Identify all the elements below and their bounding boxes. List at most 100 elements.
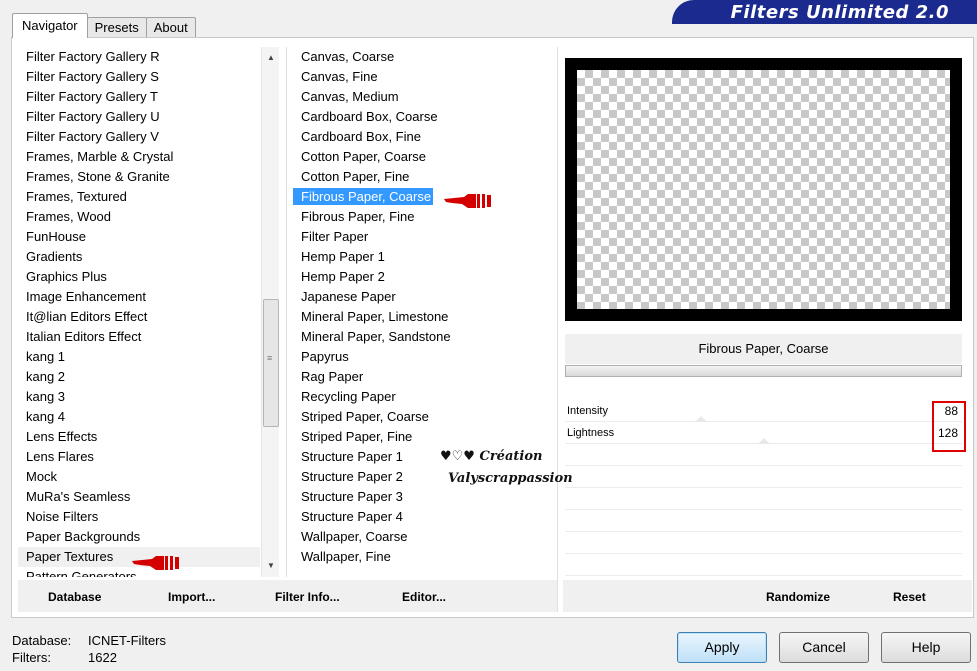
filter-item-label: Filter Paper: [301, 229, 369, 244]
category-item[interactable]: Italian Editors Effect: [18, 327, 260, 347]
filter-item[interactable]: Cardboard Box, Fine: [293, 127, 555, 147]
category-item[interactable]: Frames, Wood: [18, 207, 260, 227]
category-item[interactable]: Filter Factory Gallery V: [18, 127, 260, 147]
filter-item[interactable]: Structure Paper 4: [293, 507, 555, 527]
tab-navigator[interactable]: Navigator: [12, 13, 88, 38]
reset-button[interactable]: Reset: [893, 590, 926, 604]
filter-item[interactable]: Canvas, Medium: [293, 87, 555, 107]
filter-item-label: Striped Paper, Fine: [301, 429, 413, 444]
filter-item-label: Wallpaper, Fine: [301, 549, 391, 564]
category-item[interactable]: kang 3: [18, 387, 260, 407]
category-scrollbar[interactable]: ▲ ≡ ▼: [261, 47, 279, 577]
divider: [557, 47, 558, 612]
preview-frame: [565, 58, 962, 321]
help-button[interactable]: Help: [881, 632, 971, 663]
filter-item[interactable]: Canvas, Coarse: [293, 47, 555, 67]
category-item[interactable]: Mock: [18, 467, 260, 487]
category-item[interactable]: Lens Flares: [18, 447, 260, 467]
filter-item-label: Canvas, Fine: [301, 69, 378, 84]
tab-presets[interactable]: Presets: [86, 17, 147, 38]
filter-item-label: Wallpaper, Coarse: [301, 529, 408, 544]
watermark: ♥♡♥ Création Valyscrappassion: [440, 446, 573, 490]
category-item[interactable]: Frames, Stone & Granite: [18, 167, 260, 187]
filter-item[interactable]: Fibrous Paper, Coarse: [293, 187, 555, 207]
empty-param-row: [565, 554, 962, 576]
import-button[interactable]: Import...: [168, 590, 215, 604]
scroll-down-arrow-icon[interactable]: ▼: [262, 557, 280, 575]
filter-item-label: Hemp Paper 2: [301, 269, 385, 284]
filter-item[interactable]: Filter Paper: [293, 227, 555, 247]
filter-item[interactable]: Striped Paper, Fine: [293, 427, 555, 447]
filter-list[interactable]: Canvas, Coarse Canvas, Fine Canvas, Medium…: [293, 47, 555, 577]
filter-item[interactable]: Striped Paper, Coarse: [293, 407, 555, 427]
filter-item-label: Structure Paper 4: [301, 509, 403, 524]
filter-item[interactable]: Structure Paper 3: [293, 487, 555, 507]
filter-item[interactable]: Hemp Paper 1: [293, 247, 555, 267]
category-item[interactable]: Frames, Marble & Crystal: [18, 147, 260, 167]
category-item[interactable]: kang 4: [18, 407, 260, 427]
param-label: Lightness: [567, 427, 615, 439]
status-filters: Filters: 1622: [12, 650, 117, 665]
category-item[interactable]: kang 2: [18, 367, 260, 387]
status-label: Database:: [12, 633, 72, 648]
banner-title: Filters Unlimited 2.0: [730, 2, 949, 23]
category-item[interactable]: Graphics Plus: [18, 267, 260, 287]
cancel-button[interactable]: Cancel: [779, 632, 869, 663]
category-item[interactable]: Gradients: [18, 247, 260, 267]
tab-about[interactable]: About: [145, 17, 196, 38]
category-item[interactable]: FunHouse: [18, 227, 260, 247]
category-item[interactable]: Filter Factory Gallery S: [18, 67, 260, 87]
filter-item-label: Canvas, Coarse: [301, 49, 395, 64]
slider-marker-icon[interactable]: [758, 438, 770, 444]
randomize-button[interactable]: Randomize: [766, 590, 830, 604]
filter-item[interactable]: Canvas, Fine: [293, 67, 555, 87]
filter-item[interactable]: Mineral Paper, Sandstone: [293, 327, 555, 347]
filter-item-label: Cardboard Box, Coarse: [301, 109, 438, 124]
category-item[interactable]: Filter Factory Gallery R: [18, 47, 260, 67]
filter-item[interactable]: Recycling Paper: [293, 387, 555, 407]
scroll-up-arrow-icon[interactable]: ▲: [262, 49, 280, 67]
filter-item-label: Fibrous Paper, Coarse: [293, 188, 434, 205]
category-item[interactable]: Frames, Textured: [18, 187, 260, 207]
category-item[interactable]: It@lian Editors Effect: [18, 307, 260, 327]
scrollbar-thumb[interactable]: ≡: [263, 299, 279, 427]
filter-item[interactable]: Cotton Paper, Fine: [293, 167, 555, 187]
empty-param-row: [565, 488, 962, 510]
filter-item-label: Mineral Paper, Limestone: [301, 309, 449, 324]
pointing-hand-icon: [132, 556, 179, 570]
filter-info-button[interactable]: Filter Info...: [275, 590, 340, 604]
category-list[interactable]: Filter Factory Gallery R Filter Factory G…: [18, 47, 260, 577]
navigator-toolbar: Database Import... Filter Info... Editor…: [18, 580, 557, 612]
database-button[interactable]: Database: [48, 590, 101, 604]
param-row-lightness[interactable]: Lightness 128: [565, 422, 962, 444]
category-item[interactable]: Paper Backgrounds: [18, 527, 260, 547]
editor-button[interactable]: Editor...: [402, 590, 446, 604]
status-database: Database: ICNET-Filters: [12, 633, 166, 648]
param-label: Intensity: [567, 405, 608, 417]
category-item[interactable]: kang 1: [18, 347, 260, 367]
empty-param-row: [565, 444, 962, 466]
filter-item[interactable]: Papyrus: [293, 347, 555, 367]
filter-item[interactable]: Cardboard Box, Coarse: [293, 107, 555, 127]
filter-item[interactable]: Hemp Paper 2: [293, 267, 555, 287]
category-item[interactable]: Image Enhancement: [18, 287, 260, 307]
filter-item-label: Recycling Paper: [301, 389, 396, 404]
apply-button[interactable]: Apply: [677, 632, 767, 663]
category-item[interactable]: Filter Factory Gallery T: [18, 87, 260, 107]
filter-item[interactable]: Fibrous Paper, Fine: [293, 207, 555, 227]
category-item[interactable]: MuRa's Seamless: [18, 487, 260, 507]
category-item[interactable]: Lens Effects: [18, 427, 260, 447]
filter-item-label: Japanese Paper: [301, 289, 396, 304]
category-item[interactable]: Noise Filters: [18, 507, 260, 527]
filter-item[interactable]: Wallpaper, Fine: [293, 547, 555, 567]
filter-item[interactable]: Cotton Paper, Coarse: [293, 147, 555, 167]
watermark-line: Valyscrappassion: [448, 471, 573, 486]
param-row-intensity[interactable]: Intensity 88: [565, 400, 962, 422]
category-item[interactable]: Filter Factory Gallery U: [18, 107, 260, 127]
filter-item[interactable]: Mineral Paper, Limestone: [293, 307, 555, 327]
watermark-line: ♥♡♥ Création: [440, 449, 543, 464]
filter-item[interactable]: Wallpaper, Coarse: [293, 527, 555, 547]
filter-item[interactable]: Rag Paper: [293, 367, 555, 387]
filter-item[interactable]: Japanese Paper: [293, 287, 555, 307]
filter-item-label: Structure Paper 3: [301, 489, 403, 504]
